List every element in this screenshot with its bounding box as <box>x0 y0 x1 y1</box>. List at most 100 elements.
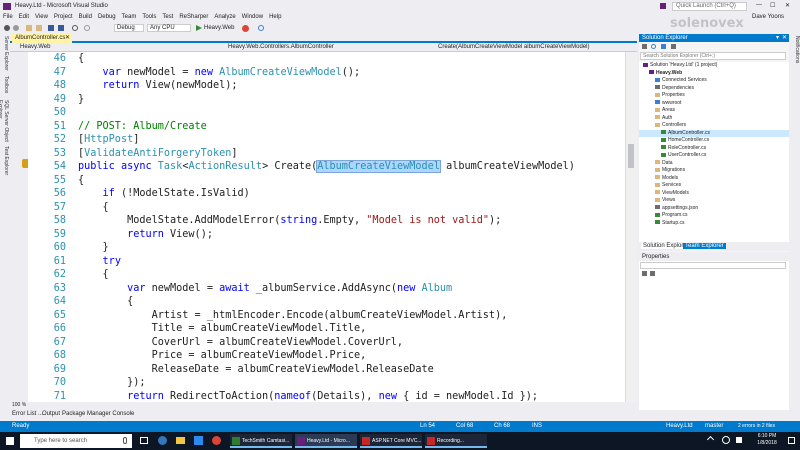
code-editor[interactable]: 46 {47 var newModel = new AlbumCreateView… <box>28 52 625 402</box>
browser-icon[interactable] <box>242 25 249 32</box>
code-line[interactable]: 51 // POST: Album/Create <box>28 120 625 134</box>
save-icon[interactable] <box>48 25 54 31</box>
mic-icon[interactable] <box>123 437 127 444</box>
code-line[interactable]: 54 public async Task<ActionResult> Create… <box>28 160 625 174</box>
tree-item[interactable]: Views <box>639 197 789 205</box>
zoom-level[interactable]: 100 % <box>12 402 26 408</box>
properties-object-dropdown[interactable] <box>640 262 786 269</box>
status-branch[interactable]: master <box>705 421 723 432</box>
status-changes[interactable]: 2 errors in 2 files <box>738 421 775 432</box>
menu-resharper[interactable]: ReSharper <box>176 13 211 22</box>
open-icon[interactable] <box>36 25 42 31</box>
tree-item[interactable]: Solution 'Heavy.Ltd' (1 project) <box>639 62 789 70</box>
menu-help[interactable]: Help <box>266 13 284 22</box>
platform-dropdown[interactable]: Any CPU <box>147 24 191 32</box>
editor-scrollbar[interactable] <box>625 52 637 402</box>
tab-notifications[interactable]: Notifications <box>791 36 800 76</box>
tab-toolbox[interactable]: Toolbox <box>0 76 9 98</box>
task-view-icon[interactable] <box>140 437 148 444</box>
tree-item[interactable]: Migrations <box>639 167 789 175</box>
solution-search-input[interactable]: Search Solution Explorer (Ctrl+;) <box>640 52 786 60</box>
menu-tools[interactable]: Tools <box>139 13 159 22</box>
tree-item[interactable]: ViewModels <box>639 190 789 198</box>
tree-item[interactable]: Heavy.Web <box>639 70 789 78</box>
chrome-icon[interactable] <box>212 436 221 445</box>
alphabetical-icon[interactable] <box>650 271 655 276</box>
notification-flag-icon[interactable] <box>660 3 666 9</box>
refresh-icon[interactable] <box>258 25 264 31</box>
code-line[interactable]: 50 <box>28 106 625 120</box>
file-explorer-icon[interactable] <box>176 437 185 444</box>
quick-launch-input[interactable]: Quick Launch (Ctrl+Q) <box>672 2 747 11</box>
tree-item[interactable]: wwwroot <box>639 100 789 108</box>
panel-close-icon[interactable]: ✕ <box>782 34 787 42</box>
tab-sql-server-object-explorer[interactable]: SQL Server Object Explorer <box>0 100 9 144</box>
run-target-button[interactable]: Heavy.Web <box>204 24 234 32</box>
tree-item[interactable]: Controllers <box>639 122 789 130</box>
tree-item[interactable]: Models <box>639 175 789 183</box>
action-center-icon[interactable] <box>788 437 795 444</box>
code-line[interactable]: 69 ReleaseDate = albumCreateViewModel.Re… <box>28 363 625 377</box>
clock[interactable]: 6:10 PM 1/8/2018 <box>752 433 782 447</box>
maximize-button[interactable]: ☐ <box>770 2 775 9</box>
code-line[interactable]: 55 { <box>28 174 625 188</box>
tab-server-explorer[interactable]: Server Explorer <box>0 36 9 74</box>
tree-item[interactable]: appsettings.json <box>639 205 789 213</box>
tree-item[interactable]: Startup.cs <box>639 220 789 228</box>
tree-item[interactable]: HomeController.cs <box>639 137 789 145</box>
edge-icon[interactable] <box>158 436 167 445</box>
collapse-all-icon[interactable] <box>661 44 666 49</box>
pin-icon[interactable]: ▾ <box>776 34 779 42</box>
store-icon[interactable] <box>194 436 203 445</box>
code-line[interactable]: 71 return RedirectToAction(nameof(Detail… <box>28 390 625 403</box>
code-line[interactable]: 46 { <box>28 52 625 66</box>
menu-build[interactable]: Build <box>76 13 95 22</box>
menu-view[interactable]: View <box>32 13 51 22</box>
code-line[interactable]: 59 return View(); <box>28 228 625 242</box>
menu-edit[interactable]: Edit <box>16 13 32 22</box>
tab-test-explorer[interactable]: Test Explorer <box>0 146 9 176</box>
document-tab-album-controller[interactable]: AlbumController.cs ✕ <box>12 34 72 43</box>
tree-item[interactable]: AlbumController.cs <box>639 129 789 137</box>
taskbar-search-box[interactable]: Type here to search <box>20 434 132 448</box>
menu-file[interactable]: File <box>0 13 16 22</box>
taskbar-app[interactable]: Recording... <box>425 434 487 448</box>
categorized-icon[interactable] <box>642 271 647 276</box>
tree-item[interactable]: Dependencies <box>639 85 789 93</box>
tab-package-manager-console[interactable]: Package Manager Console <box>62 411 134 417</box>
redo-icon[interactable] <box>84 25 90 31</box>
tree-item[interactable]: Services <box>639 182 789 190</box>
user-name[interactable]: Dave Yoons <box>752 14 784 20</box>
code-line[interactable]: 63 var newModel = await _albumService.Ad… <box>28 282 625 296</box>
tree-item[interactable]: Properties <box>639 92 789 100</box>
windows-start-icon[interactable] <box>6 437 14 445</box>
tab-output[interactable]: Output <box>42 411 60 417</box>
code-line[interactable]: 61 try <box>28 255 625 269</box>
code-line[interactable]: 58 ModelState.AddModelError(string.Empty… <box>28 214 625 228</box>
tree-item[interactable]: Auth <box>639 115 789 123</box>
volume-icon[interactable] <box>736 437 742 443</box>
code-line[interactable]: 62 { <box>28 268 625 282</box>
forward-icon[interactable] <box>13 25 19 31</box>
code-line[interactable]: 48 return View(newModel); <box>28 79 625 93</box>
code-line[interactable]: 66 Title = albumCreateViewModel.Title, <box>28 322 625 336</box>
menu-analyze[interactable]: Analyze <box>211 13 238 22</box>
home-icon[interactable] <box>642 44 647 49</box>
editor-scroll-thumb[interactable] <box>628 144 634 168</box>
undo-icon[interactable] <box>72 25 78 31</box>
code-line[interactable]: 53 [ValidateAntiForgeryToken] <box>28 147 625 161</box>
tree-item[interactable]: Data <box>639 160 789 168</box>
close-button[interactable]: ✕ <box>785 2 790 9</box>
back-icon[interactable] <box>4 25 10 31</box>
save-all-icon[interactable] <box>58 25 64 31</box>
new-project-icon[interactable] <box>26 25 32 31</box>
menu-window[interactable]: Window <box>239 13 266 22</box>
minimize-button[interactable]: — <box>756 2 762 8</box>
code-line[interactable]: 64 { <box>28 295 625 309</box>
nav-member-dropdown[interactable]: Create(AlbumCreateViewModel albumCreateV… <box>438 44 590 50</box>
menu-debug[interactable]: Debug <box>95 13 119 22</box>
menu-test[interactable]: Test <box>159 13 176 22</box>
close-tab-icon[interactable]: ✕ <box>65 34 70 43</box>
code-line[interactable]: 52 [HttpPost] <box>28 133 625 147</box>
status-project[interactable]: Heavy.Ltd <box>666 421 693 432</box>
